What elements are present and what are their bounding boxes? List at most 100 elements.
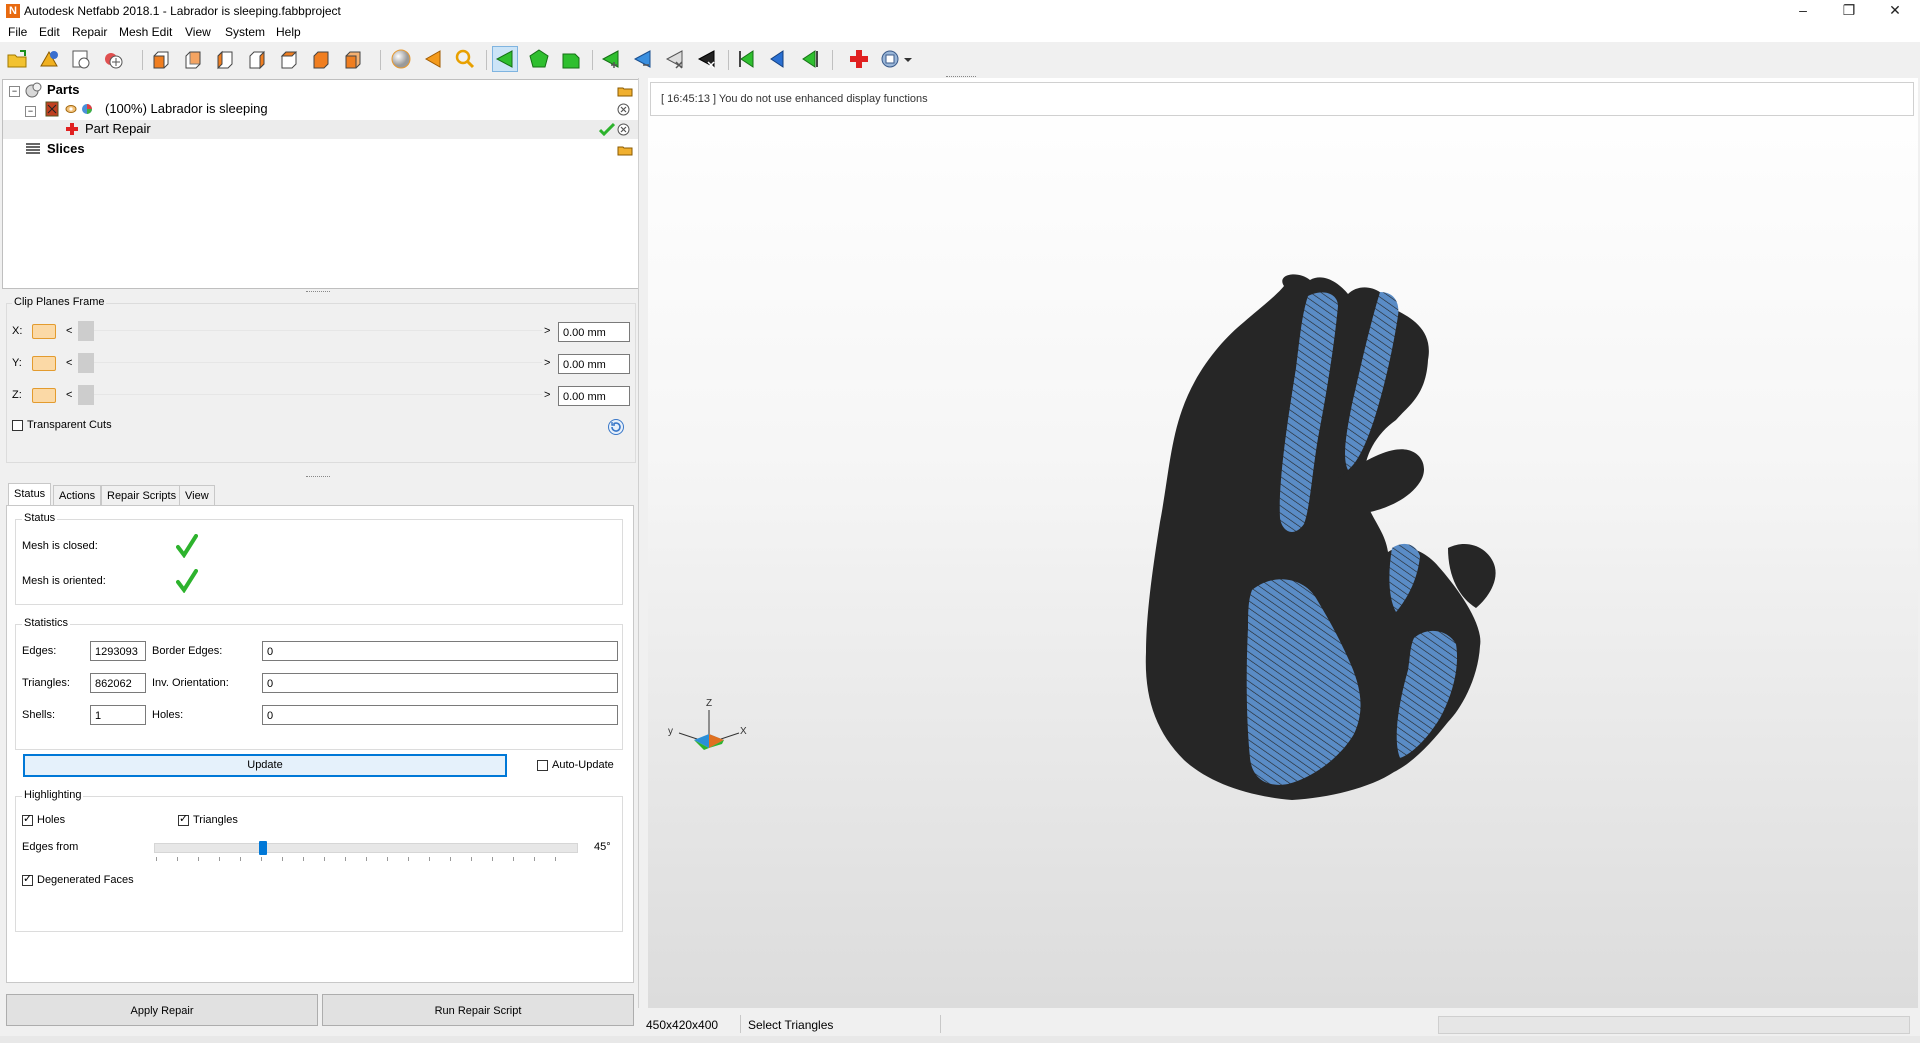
highlight-triangles-checkbox[interactable] <box>178 812 189 826</box>
clip-z-value-field[interactable]: 0.00 mm <box>558 386 630 406</box>
menu-mesh-edit[interactable]: Mesh Edit <box>119 25 172 39</box>
tree-parts-label[interactable]: Parts <box>47 81 80 99</box>
degenerated-faces-checkbox[interactable] <box>22 872 33 886</box>
apply-repair-button[interactable]: Apply Repair <box>6 994 318 1026</box>
transparent-cuts-checkbox[interactable] <box>12 420 23 431</box>
triangles-label: Triangles: <box>22 677 70 689</box>
view-right-icon[interactable] <box>246 48 268 70</box>
update-button[interactable]: Update <box>23 754 507 777</box>
labrador-mesh-model[interactable] <box>648 78 1918 1008</box>
tree-part-label[interactable]: (100%) Labrador is sleeping <box>105 100 268 118</box>
view-iso-icon[interactable] <box>342 48 364 70</box>
zoom-icon[interactable] <box>454 48 476 70</box>
view-front-icon[interactable] <box>150 48 172 70</box>
clip-z-left-arrow[interactable]: < <box>66 389 72 401</box>
window-title: Autodesk Netfabb 2018.1 - Labrador is sl… <box>24 4 341 18</box>
view-back-icon[interactable] <box>182 48 204 70</box>
select-subtract-icon[interactable] <box>632 48 654 70</box>
chevron-down-icon[interactable] <box>902 48 914 70</box>
menu-repair[interactable]: Repair <box>72 25 107 39</box>
splitter-grip[interactable] <box>946 76 976 79</box>
mesh-closed-check-icon <box>176 534 198 558</box>
clip-z-toggle[interactable] <box>32 388 56 403</box>
add-object-icon[interactable] <box>102 48 124 70</box>
invert-selection-icon[interactable] <box>696 48 718 70</box>
minimize-button[interactable]: – <box>1780 0 1826 22</box>
tree-repair-label[interactable]: Part Repair <box>85 120 151 138</box>
restore-button[interactable]: ❐ <box>1826 0 1872 22</box>
clip-x-left-arrow[interactable]: < <box>66 325 72 337</box>
analysis-dropdown-icon[interactable] <box>880 48 902 70</box>
tab-view[interactable]: View <box>179 485 215 506</box>
repair-tabs: Status Actions Repair Scripts View Statu… <box>6 483 634 983</box>
select-triangles-icon[interactable] <box>494 48 516 70</box>
cancel-repair-icon[interactable] <box>617 123 630 136</box>
triangles-value: 862062 <box>90 673 146 693</box>
clip-y-right-arrow[interactable]: > <box>544 357 550 369</box>
collapse-parts-icon[interactable]: − <box>9 86 20 97</box>
clip-x-value-field[interactable]: 0.00 mm <box>558 322 630 342</box>
clip-x-slider-track[interactable] <box>94 330 542 331</box>
clip-y-slider-thumb[interactable] <box>78 353 94 373</box>
auto-update-checkbox[interactable] <box>537 760 548 771</box>
run-repair-script-button[interactable]: Run Repair Script <box>322 994 634 1026</box>
menu-edit[interactable]: Edit <box>39 25 60 39</box>
tab-actions[interactable]: Actions <box>53 485 102 506</box>
shading-sphere-icon[interactable] <box>390 48 412 70</box>
tree-slices-label[interactable]: Slices <box>47 140 85 158</box>
previous-arrow-icon[interactable] <box>422 48 444 70</box>
select-surface-icon[interactable] <box>528 48 550 70</box>
close-window-button[interactable]: ✕ <box>1872 0 1918 22</box>
view-top-icon[interactable] <box>278 48 300 70</box>
clip-x-slider-thumb[interactable] <box>78 321 94 341</box>
toolbar-separator <box>592 50 593 70</box>
visibility-eye-icon[interactable] <box>65 103 77 115</box>
menu-view[interactable]: View <box>185 25 211 39</box>
add-part-folder-icon[interactable] <box>617 85 633 97</box>
menu-system[interactable]: System <box>225 25 265 39</box>
toolbar <box>0 42 1920 78</box>
open-project-icon[interactable] <box>6 48 28 70</box>
splitter-grip[interactable] <box>306 291 330 294</box>
select-add-icon[interactable] <box>600 48 622 70</box>
clip-x-right-arrow[interactable]: > <box>544 325 550 337</box>
status-divider <box>740 1015 741 1033</box>
clip-y-slider-track[interactable] <box>94 362 542 363</box>
repair-cross-icon[interactable] <box>848 48 870 70</box>
edges-from-slider-thumb[interactable] <box>259 841 267 855</box>
clip-x-toggle[interactable] <box>32 324 56 339</box>
bottom-scroll-strip <box>0 1036 1920 1043</box>
deselect-icon[interactable] <box>664 48 686 70</box>
part-color-icon[interactable] <box>81 103 93 115</box>
add-part-icon[interactable] <box>38 48 60 70</box>
add-slice-folder-icon[interactable] <box>617 144 633 156</box>
clip-z-right-arrow[interactable]: > <box>544 389 550 401</box>
clip-z-slider-track[interactable] <box>94 394 542 395</box>
tab-status[interactable]: Status <box>8 483 52 506</box>
select-next-icon[interactable] <box>798 48 820 70</box>
view-bottom-icon[interactable] <box>310 48 332 70</box>
splitter-grip[interactable] <box>306 476 330 479</box>
vertical-splitter[interactable] <box>638 78 645 1008</box>
select-blue-icon[interactable] <box>766 48 788 70</box>
tab-repair-scripts[interactable]: Repair Scripts <box>101 485 183 506</box>
select-shell-icon[interactable] <box>560 48 582 70</box>
clip-y-left-arrow[interactable]: < <box>66 357 72 369</box>
menu-help[interactable]: Help <box>276 25 301 39</box>
view-left-icon[interactable] <box>214 48 236 70</box>
clip-y-toggle[interactable] <box>32 356 56 371</box>
3d-viewport[interactable]: Z X y <box>648 78 1918 1008</box>
clip-z-slider-thumb[interactable] <box>78 385 94 405</box>
select-previous-icon[interactable] <box>736 48 758 70</box>
clip-y-value-field[interactable]: 0.00 mm <box>558 354 630 374</box>
apply-checkmark-icon[interactable] <box>599 122 615 136</box>
highlight-holes-checkbox[interactable] <box>22 812 33 826</box>
repair-cross-icon <box>66 123 78 135</box>
reset-clip-icon[interactable] <box>607 418 625 436</box>
message-log: [ 16:45:13 ] You do not use enhanced dis… <box>650 82 1914 116</box>
new-project-icon[interactable] <box>70 48 92 70</box>
edges-from-slider[interactable] <box>154 841 578 855</box>
collapse-part-icon[interactable]: − <box>25 106 36 117</box>
menu-file[interactable]: File <box>8 25 27 39</box>
remove-part-icon[interactable] <box>617 103 630 116</box>
